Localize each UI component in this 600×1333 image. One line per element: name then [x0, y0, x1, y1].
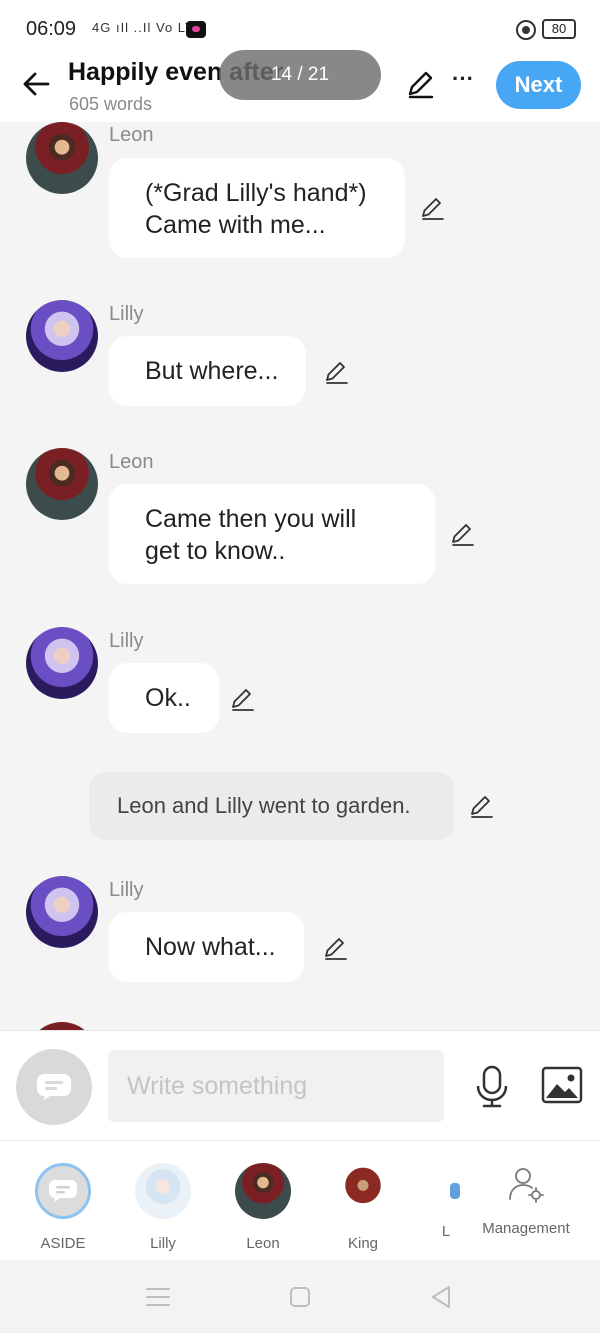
- edit-message-icon[interactable]: [419, 194, 447, 222]
- character-label: Lilly: [150, 1235, 176, 1252]
- character-label: L: [441, 1223, 451, 1240]
- management-label: Management: [482, 1220, 570, 1237]
- avatar-leon[interactable]: [26, 1022, 98, 1030]
- pencil-icon: [408, 71, 434, 99]
- message-line: Now what...: [145, 933, 276, 961]
- menu-icon[interactable]: [143, 1284, 173, 1310]
- message-bubble[interactable]: Came then you will get to know..: [109, 484, 435, 584]
- page-indicator: 14 / 21: [219, 50, 381, 100]
- message-bubble[interactable]: But where...: [109, 336, 307, 406]
- message-line: Came with me...: [145, 211, 326, 239]
- status-bar: 06:09 4G ıIl ..Il Vo LTE 80: [0, 0, 600, 56]
- avatar-partial: [450, 1183, 460, 1199]
- app-notification-icon: [186, 21, 206, 38]
- screen: 06:09 4G ıIl ..Il Vo LTE 80 Happily even…: [0, 0, 600, 1333]
- story-header: Happily even after 605 words 14 / 21 ···…: [0, 50, 600, 122]
- management-button[interactable]: Management: [476, 1165, 576, 1237]
- chat-area[interactable]: Leon (*Grad Lilly's hand*) Came with me.…: [0, 122, 600, 1030]
- sender-name: Lilly: [109, 303, 144, 325]
- composer-bar: [0, 1030, 600, 1140]
- avatar-leon: [235, 1163, 291, 1219]
- edit-message-icon[interactable]: [468, 792, 496, 820]
- status-time: 06:09: [26, 18, 77, 40]
- home-icon[interactable]: [285, 1284, 315, 1310]
- more-options-button[interactable]: ···: [446, 64, 480, 100]
- narration-bubble[interactable]: Leon and Lilly went to garden.: [89, 772, 454, 840]
- avatar-lilly[interactable]: [26, 627, 98, 699]
- character-king[interactable]: King: [323, 1163, 403, 1252]
- sender-name: Lilly: [109, 630, 144, 652]
- edit-message-icon[interactable]: [322, 934, 350, 962]
- character-bar: ASIDE Lilly Leon King L Management: [0, 1140, 600, 1260]
- word-count: 605 words: [69, 94, 153, 114]
- aside-toggle-button[interactable]: [16, 1049, 92, 1125]
- user-settings-icon: [509, 1168, 544, 1203]
- avatar-leon[interactable]: [26, 122, 98, 194]
- message-line: Ok..: [145, 684, 191, 712]
- arrow-left-icon: [23, 72, 50, 96]
- character-label: Leon: [246, 1235, 280, 1252]
- sender-name: Leon: [109, 124, 154, 146]
- back-button[interactable]: [16, 64, 56, 104]
- character-leon[interactable]: Leon: [223, 1163, 303, 1252]
- aside-avatar: [35, 1163, 91, 1219]
- message-line: get to know..: [145, 537, 286, 565]
- message-line: But where...: [145, 357, 279, 385]
- sender-name: Leon: [109, 451, 154, 473]
- message-bubble[interactable]: Ok..: [109, 663, 219, 733]
- edit-message-icon[interactable]: [229, 685, 257, 713]
- character-partial[interactable]: L: [406, 1163, 486, 1240]
- message-bubble[interactable]: (*Grad Lilly's hand*) Came with me...: [109, 158, 405, 258]
- battery-icon: 80: [542, 19, 576, 39]
- back-triangle-icon[interactable]: [427, 1284, 457, 1310]
- message-line: (*Grad Lilly's hand*): [145, 179, 367, 207]
- edit-message-icon[interactable]: [323, 358, 351, 386]
- message-input[interactable]: [108, 1050, 444, 1122]
- next-button[interactable]: Next: [496, 61, 581, 109]
- avatar-leon[interactable]: [26, 448, 98, 520]
- aside-icon: [37, 1074, 71, 1101]
- message-line: Came then you will: [145, 505, 357, 533]
- edit-title-button[interactable]: [402, 66, 438, 102]
- avatar-lilly[interactable]: [26, 300, 98, 372]
- aside-icon: [49, 1180, 77, 1202]
- edit-message-icon[interactable]: [449, 520, 477, 548]
- message-bubble[interactable]: Now what...: [109, 912, 304, 982]
- character-label: King: [347, 1235, 379, 1252]
- avatar-lilly: [135, 1163, 191, 1219]
- microphone-icon[interactable]: [472, 1064, 512, 1108]
- character-aside[interactable]: ASIDE: [23, 1163, 103, 1252]
- character-lilly[interactable]: Lilly: [123, 1163, 203, 1252]
- avatar-lilly[interactable]: [26, 876, 98, 948]
- screen-record-icon: [516, 20, 536, 40]
- system-nav-bar: [0, 1260, 600, 1333]
- avatar-king: [335, 1163, 391, 1219]
- character-label: ASIDE: [40, 1235, 86, 1252]
- sender-name: Lilly: [109, 879, 144, 901]
- image-icon[interactable]: [540, 1065, 584, 1105]
